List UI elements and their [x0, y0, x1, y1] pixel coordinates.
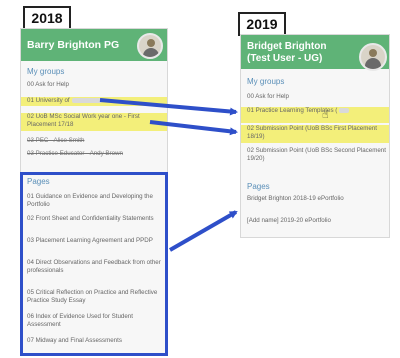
avatar	[359, 43, 387, 71]
left-group-pec[interactable]: 03 PEC - Alice Smith	[21, 137, 167, 145]
left-group-msc-social-work[interactable]: 02 UoB MSc Social Work year one - First …	[21, 113, 167, 131]
right-profile-panel: Bridget Brighton (Test User - UG) My gro…	[240, 34, 390, 238]
left-user-header: Barry Brighton PG	[21, 29, 167, 61]
right-pages-title: Pages	[247, 182, 270, 191]
arrow-pages-to-portfolio	[169, 210, 238, 252]
right-page-bridget-portfolio[interactable]: Bridget Brighton 2018-19 ePortfolio	[241, 195, 389, 203]
right-group-ask-for-help[interactable]: 00 Ask for Help	[241, 93, 389, 101]
left-group-ask-for-help[interactable]: 00 Ask for Help	[21, 81, 167, 89]
right-page-add-name-portfolio[interactable]: [Add name] 2019-20 ePortfolio	[241, 217, 389, 225]
redacted-text	[71, 97, 102, 103]
redacted-text	[339, 107, 350, 113]
right-page-bridget-label: Bridget Brighton 2018-19 ePortfolio	[247, 195, 344, 202]
left-group-university-label: 01 University of	[27, 97, 70, 104]
avatar	[137, 33, 163, 59]
left-user-name: Barry Brighton PG	[27, 39, 120, 51]
left-group-university[interactable]: 01 University of	[21, 97, 167, 106]
year-label-2019: 2019	[238, 12, 286, 36]
hand-cursor-icon: ☝	[322, 108, 329, 121]
right-user-name: Bridget Brighton (Test User - UG)	[247, 41, 327, 64]
left-group-practice-educator[interactable]: 03 Practice Educator - Andy Brown	[21, 150, 167, 158]
pages-highlight-box	[20, 172, 168, 356]
right-group-practice-templates[interactable]: 01 Practice Learning Templates (	[241, 107, 389, 123]
year-label-2018: 2018	[23, 6, 71, 30]
right-groups-title: My groups	[247, 77, 285, 86]
right-group-submission-second[interactable]: 02 Submission Point (UoB BSc Second Plac…	[241, 147, 389, 165]
right-group-submission-first[interactable]: 02 Submission Point (UoB BSc First Place…	[241, 125, 389, 143]
right-user-header: Bridget Brighton (Test User - UG)	[241, 35, 389, 71]
right-page-add-name-label: [Add name] 2019-20 ePortfolio	[247, 217, 331, 224]
left-groups-title: My groups	[27, 67, 65, 76]
